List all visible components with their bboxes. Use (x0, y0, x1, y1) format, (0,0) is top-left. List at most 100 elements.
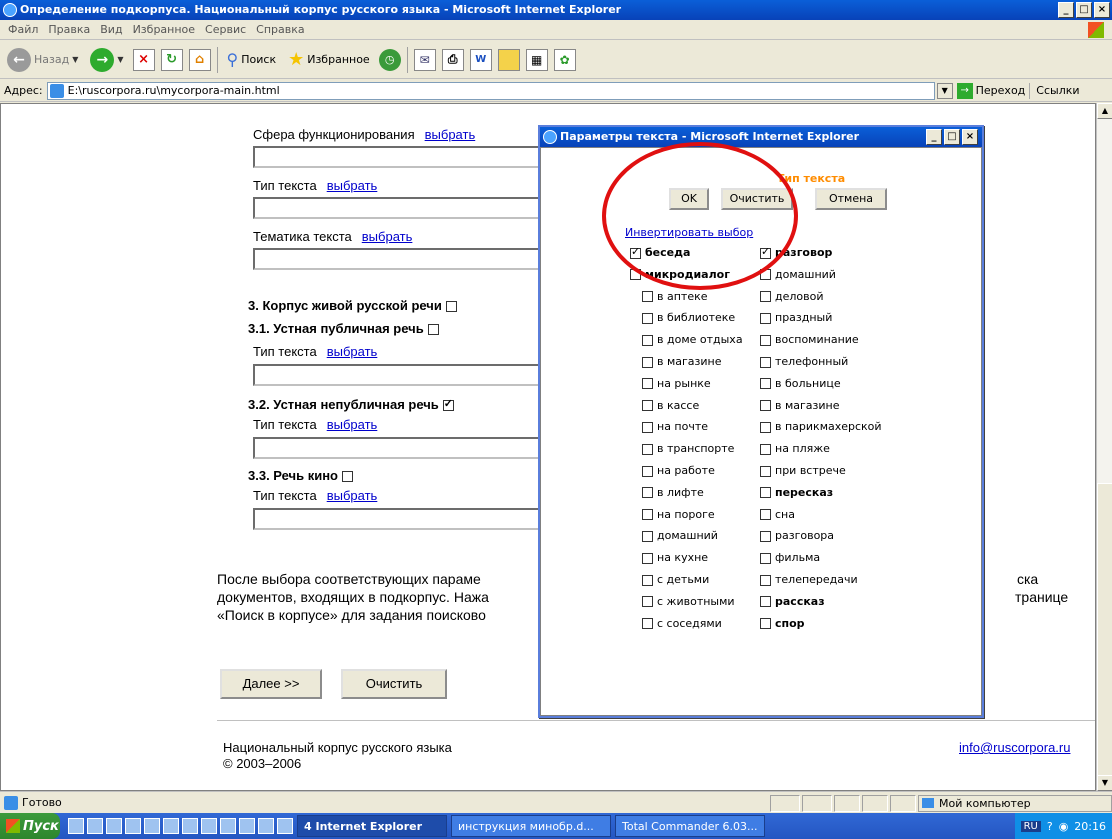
text-type-option[interactable]: в парикмахерской (760, 420, 882, 433)
option-checkbox[interactable] (642, 421, 653, 433)
text-type-option[interactable]: с животными (642, 595, 735, 608)
sphere-field[interactable] (253, 146, 553, 168)
text-type-option[interactable]: деловой (760, 290, 824, 303)
option-checkbox[interactable] (760, 509, 771, 521)
text-type-option[interactable]: на пороге (642, 508, 715, 521)
quicklaunch-icon[interactable] (277, 818, 293, 834)
text-type-option[interactable]: домашний (642, 529, 718, 542)
option-checkbox[interactable] (760, 356, 771, 368)
option-checkbox[interactable] (760, 269, 771, 281)
sec33-type-field[interactable] (253, 508, 553, 530)
vertical-scrollbar[interactable]: ▲ ▼ (1096, 103, 1112, 791)
option-checkbox[interactable] (630, 246, 641, 259)
dialog-ok-button[interactable]: OK (669, 188, 709, 210)
text-type-option[interactable]: при встрече (760, 464, 846, 477)
option-checkbox[interactable] (642, 312, 653, 324)
quicklaunch-icon[interactable] (68, 818, 84, 834)
text-type-option[interactable]: в магазине (642, 355, 722, 368)
menu-view[interactable]: Вид (100, 23, 122, 36)
sec32-choose-link[interactable]: выбрать (327, 417, 378, 432)
minimize-button[interactable]: _ (1058, 2, 1074, 18)
option-checkbox[interactable] (760, 465, 771, 477)
sec32-type-field[interactable] (253, 437, 553, 459)
text-type-option[interactable]: в кассе (642, 399, 699, 412)
option-checkbox[interactable] (760, 400, 771, 412)
quicklaunch-icon[interactable] (239, 818, 255, 834)
scroll-up-button[interactable]: ▲ (1097, 103, 1112, 119)
task-word-document[interactable]: инструкция минобр.d... (451, 815, 611, 837)
task-internet-explorer[interactable]: 4 Internet Explorer (297, 815, 447, 837)
invert-selection-link[interactable]: Инвертировать выбор (625, 226, 753, 239)
option-checkbox[interactable] (760, 421, 771, 433)
text-type-option[interactable]: на рынке (642, 377, 711, 390)
network-icon[interactable]: ◉ (1059, 820, 1069, 833)
footer-email-link[interactable]: info@ruscorpora.ru (959, 740, 1070, 755)
text-type-option[interactable]: сна (760, 508, 795, 521)
text-type-option[interactable]: с детьми (642, 573, 709, 586)
dialog-title-bar[interactable]: Параметры текста - Microsoft Internet Ex… (540, 127, 982, 147)
theme-field[interactable] (253, 248, 553, 270)
mail-icon[interactable]: ✉ (413, 48, 436, 71)
help-icon[interactable]: ? (1047, 820, 1053, 833)
address-input[interactable]: E:\ruscorpora.ru\mycorpora-main.html (46, 81, 935, 100)
text-type-option[interactable]: рассказ (760, 595, 825, 608)
option-checkbox[interactable] (642, 334, 653, 346)
text-type-option[interactable]: в лифте (642, 486, 704, 499)
text-type-option[interactable]: в транспорте (642, 442, 734, 455)
maximize-button[interactable]: □ (1076, 2, 1092, 18)
text-type-option[interactable]: беседа (630, 246, 690, 259)
quicklaunch-icon[interactable] (87, 818, 103, 834)
text-type-option[interactable]: на работе (642, 464, 715, 477)
option-checkbox[interactable] (642, 465, 653, 477)
menu-tools[interactable]: Сервис (205, 23, 246, 36)
text-type-option[interactable]: разговор (760, 246, 832, 259)
section-33-checkbox[interactable] (342, 471, 353, 483)
option-checkbox[interactable] (642, 509, 653, 521)
theme-choose-link[interactable]: выбрать (362, 229, 413, 244)
quicklaunch-icon[interactable] (258, 818, 274, 834)
quicklaunch-icon[interactable] (144, 818, 160, 834)
option-checkbox[interactable] (760, 618, 771, 630)
option-checkbox[interactable] (642, 530, 653, 542)
text-type-option[interactable]: в больнице (760, 377, 841, 390)
text-type-option[interactable]: в магазине (760, 399, 840, 412)
option-checkbox[interactable] (642, 400, 653, 412)
option-checkbox[interactable] (642, 596, 653, 608)
option-checkbox[interactable] (760, 291, 771, 303)
option-checkbox[interactable] (760, 596, 771, 608)
forward-button[interactable]: → ▼ (87, 46, 126, 74)
text-type-option[interactable]: пересказ (760, 486, 833, 499)
language-indicator[interactable]: RU (1020, 820, 1041, 832)
start-button[interactable]: Пуск (0, 813, 60, 839)
text-type-option[interactable]: спор (760, 617, 805, 630)
option-checkbox[interactable] (760, 246, 771, 259)
option-checkbox[interactable] (630, 269, 641, 281)
back-button[interactable]: ← Назад ▼ (4, 46, 81, 74)
menu-file[interactable]: Файл (8, 23, 38, 36)
option-checkbox[interactable] (760, 552, 771, 564)
option-checkbox[interactable] (760, 530, 771, 542)
option-checkbox[interactable] (642, 443, 653, 455)
refresh-icon[interactable]: ↻ (160, 48, 183, 71)
option-checkbox[interactable] (642, 356, 653, 368)
dialog-minimize-button[interactable]: _ (926, 129, 942, 145)
dialog-cancel-button[interactable]: Отмена (815, 188, 887, 210)
quicklaunch-icon[interactable] (106, 818, 122, 834)
stop-icon[interactable]: × (132, 48, 155, 71)
text-type-option[interactable]: праздный (760, 311, 832, 324)
text-type-field[interactable] (253, 197, 553, 219)
option-checkbox[interactable] (642, 574, 653, 586)
option-checkbox[interactable] (760, 378, 771, 390)
scroll-down-button[interactable]: ▼ (1097, 775, 1112, 791)
home-icon[interactable]: ⌂ (188, 48, 211, 71)
clear-form-button[interactable]: Очистить (341, 669, 447, 699)
text-type-option[interactable]: телепередачи (760, 573, 858, 586)
text-type-option[interactable]: телефонный (760, 355, 848, 368)
section-3-checkbox[interactable] (445, 301, 457, 313)
quicklaunch-icon[interactable] (163, 818, 179, 834)
messenger-icon[interactable]: ✿ (553, 48, 576, 71)
option-checkbox[interactable] (760, 487, 771, 499)
quicklaunch-icon[interactable] (182, 818, 198, 834)
option-checkbox[interactable] (760, 443, 771, 455)
option-checkbox[interactable] (642, 291, 653, 303)
